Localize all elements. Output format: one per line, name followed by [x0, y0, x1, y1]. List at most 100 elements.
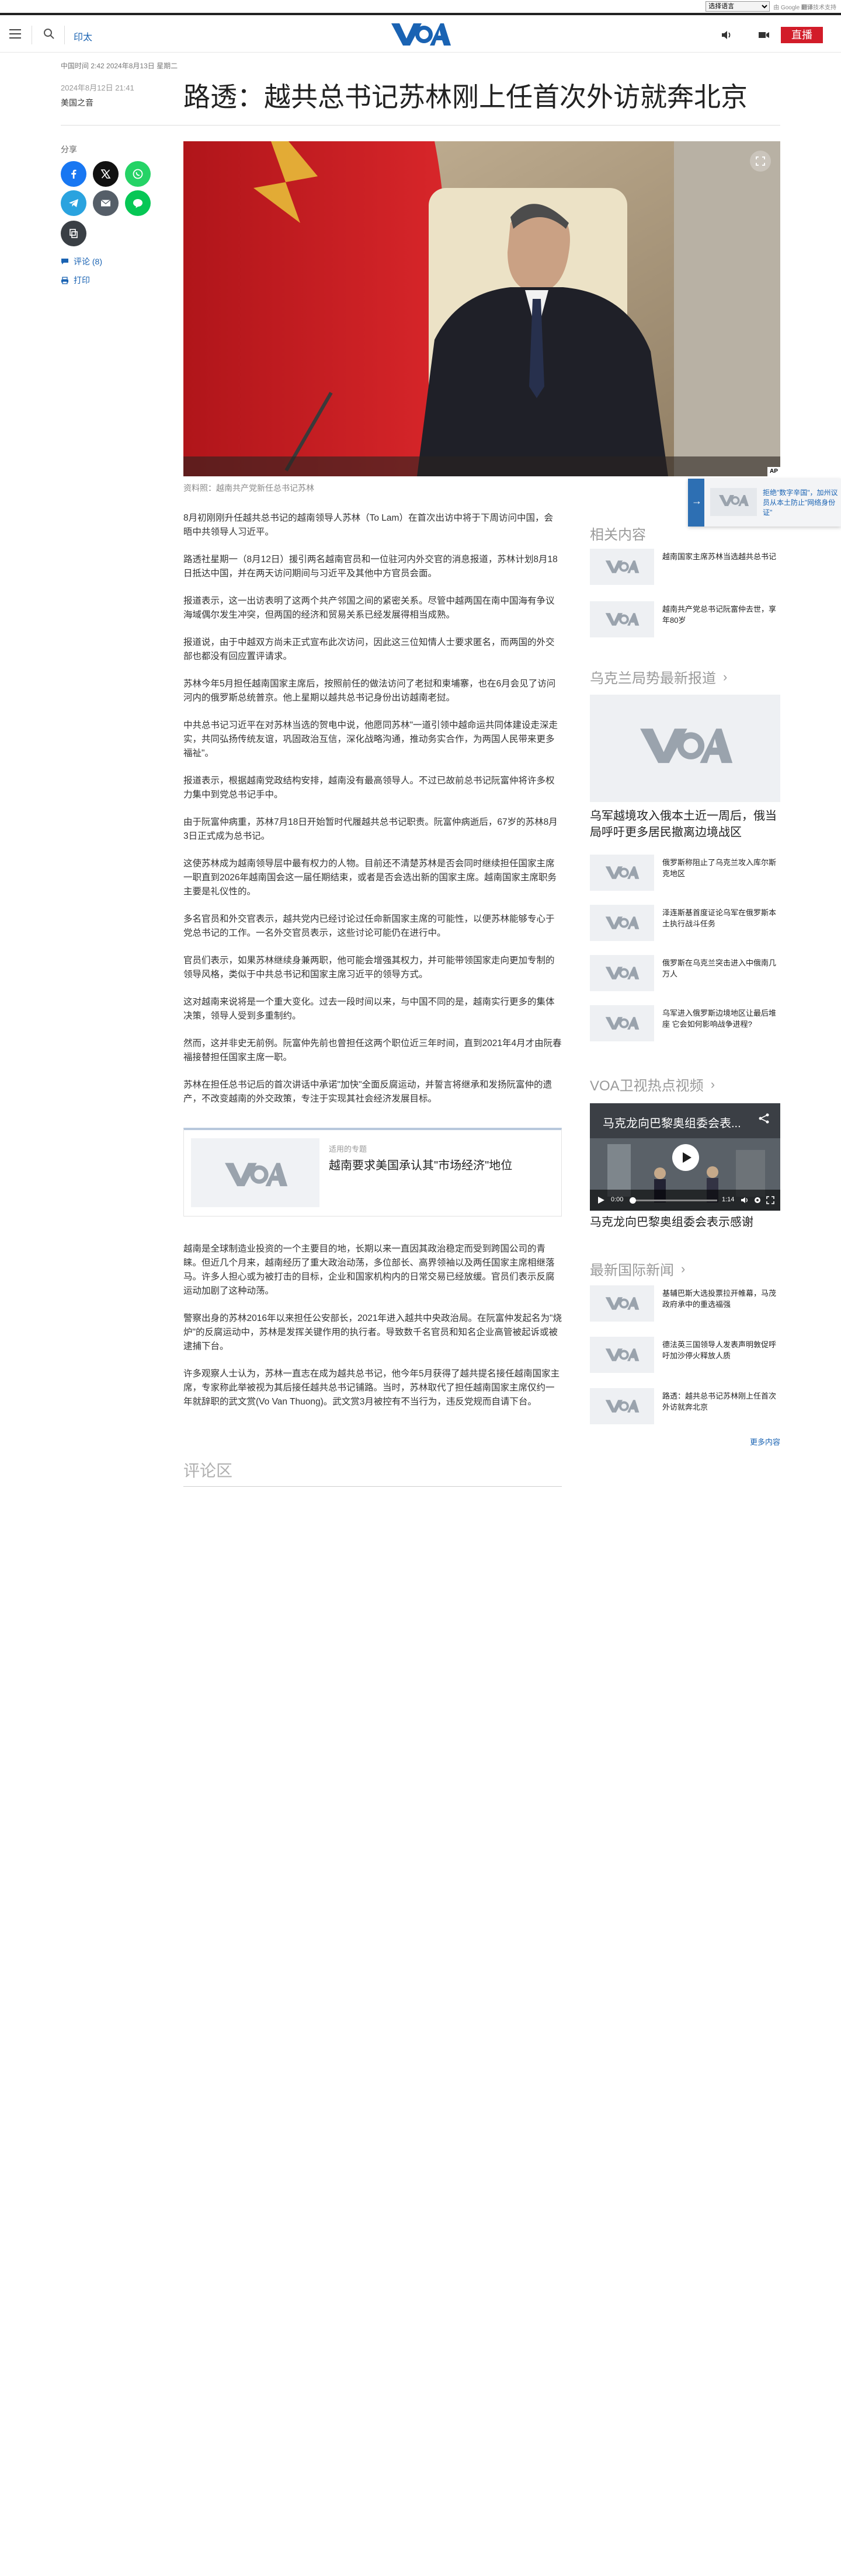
article-body: 8月初刚刚升任越共总书记的越南领导人苏林（To Lam）在首次出访中将于下周访问…: [183, 511, 562, 1120]
video-icon[interactable]: [757, 28, 771, 42]
video-caption[interactable]: 马克龙向巴黎奥组委会表示感谢: [590, 1214, 780, 1231]
paragraph: 警察出身的苏林2016年以来担任公安部长，2021年进入越共中央政治局。在阮富仲…: [183, 1313, 562, 1351]
ukraine-section-heading[interactable]: 乌克兰局势最新报道 ›: [590, 667, 727, 687]
progress-handle[interactable]: [630, 1197, 636, 1204]
voa-logo-icon: [225, 1163, 288, 1187]
paragraph: 路透社星期一（8月12日）援引两名越南官员和一位驻河内外交官的消息报道，苏林计划…: [183, 555, 558, 578]
chevron-right-icon: ›: [723, 669, 728, 684]
floating-story-popup[interactable]: → 拒绝"数字辛国"，加州议员从本土防止"网络身份证": [688, 479, 841, 527]
line-share-button[interactable]: [125, 190, 151, 216]
edition-link[interactable]: 印太: [74, 29, 92, 43]
author[interactable]: 美国之音: [61, 97, 93, 109]
facebook-icon: [71, 169, 77, 179]
search-icon[interactable]: [42, 27, 56, 41]
news-section-heading[interactable]: 最新国际新闻 ›: [590, 1259, 685, 1279]
title-divider: [61, 125, 780, 126]
news-item[interactable]: 路透：越共总书记苏林刚上任首次外访就奔北京: [590, 1388, 780, 1429]
google-translate-widget: 选择语言 由 Google 翻译技术支持: [706, 1, 836, 12]
line-icon: [133, 199, 143, 208]
article-title: 路透：越共总书记苏林刚上任首次外访就奔北京: [183, 82, 748, 112]
related-item[interactable]: 越南国家主席苏林当选越共总书记: [590, 549, 780, 590]
video-title: 马克龙向巴黎奥组委会表...: [603, 1117, 741, 1130]
inline-related-card[interactable]: 适用的专题 越南要求美国承认其"市场经济"地位: [183, 1128, 562, 1216]
paragraph: 苏林今年5月担任越南国家主席后，按照前任的做法访问了老挝和柬埔寨，也在6月会见了…: [183, 679, 556, 703]
popup-thumbnail: [710, 488, 757, 516]
paragraph: 报道说，由于中越双方尚未正式宣布此次访问，因此这三位知情人士要求匿名，而两国的外…: [183, 637, 555, 661]
menu-icon[interactable]: [9, 29, 21, 39]
play-button[interactable]: [672, 1144, 699, 1171]
ukraine-item[interactable]: 乌军进入俄罗斯边境地区让最后堆座 它会如何影响战争进程?: [590, 1005, 780, 1046]
facebook-share-button[interactable]: [61, 161, 86, 187]
more-content-link[interactable]: 更多内容: [750, 1436, 780, 1447]
thumbnail: [590, 549, 654, 585]
whatsapp-icon: [133, 169, 143, 179]
header-divider: [64, 26, 65, 44]
related-label: 适用的专题: [329, 1145, 367, 1153]
paragraph: 8月初刚刚升任越共总书记的越南领导人苏林（To Lam）在首次出访中将于下周访问…: [183, 513, 553, 537]
ukraine-feature-image[interactable]: [590, 695, 780, 802]
copy-icon: [69, 229, 78, 238]
progress-bar[interactable]: [630, 1197, 717, 1204]
hero-photo[interactable]: AP: [183, 141, 780, 476]
play-small-icon[interactable]: [597, 1196, 605, 1204]
comments-link[interactable]: 评论 (8): [61, 256, 102, 267]
paragraph: 越南是全球制造业投资的一个主要目的地，长期以来一直因其政治稳定而受到跨国公司的青…: [183, 1244, 555, 1296]
x-icon: [100, 169, 111, 179]
voa-logo-icon: [605, 613, 640, 626]
voa-logo[interactable]: [390, 21, 451, 48]
thumbnail: [590, 855, 654, 891]
voa-logo-icon: [605, 560, 640, 573]
paragraph: 报道表示，根据越南党政结构安排，越南没有最高领导人。不过已故前总书记阮富仲将许多…: [183, 776, 555, 800]
fullscreen-icon[interactable]: [766, 1196, 774, 1204]
email-share-button[interactable]: [93, 190, 119, 216]
settings-icon[interactable]: [753, 1196, 762, 1204]
video-player[interactable]: 马克龙向巴黎奥组委会表... 0:00 1:14: [590, 1103, 780, 1211]
chevron-right-icon: ›: [681, 1261, 686, 1276]
paragraph: 多名官员和外交官表示，越共党内已经讨论过任命新国家主席的可能性，以便苏林能够专心…: [183, 914, 555, 938]
current-time: 0:00: [611, 1196, 624, 1203]
print-icon: [61, 276, 68, 284]
news-item[interactable]: 基辅巴斯大选投票拉开帷幕，马茂政府承中的重选福强: [590, 1285, 780, 1326]
whatsapp-share-button[interactable]: [125, 161, 151, 187]
ukraine-item[interactable]: 俄罗斯在乌克兰突击进入中俄南几万人: [590, 955, 780, 996]
news-item[interactable]: 德法英三国领导人发表声明敦促呼吁加沙停火释放人质: [590, 1337, 780, 1378]
copy-link-button[interactable]: [61, 221, 86, 246]
thumbnail: [590, 601, 654, 637]
voa-logo-icon: [605, 1348, 640, 1361]
voa-logo-icon: [605, 967, 640, 979]
volume-icon[interactable]: [741, 1196, 749, 1204]
photo-caption: 资料照：越南共产党新任总书记苏林: [183, 483, 314, 493]
audio-icon[interactable]: [720, 28, 734, 42]
print-link[interactable]: 打印: [61, 274, 90, 286]
paragraph: 然而，这并非史无前例。阮富仲先前也曾担任这两个职位近三年时间，直到2021年4月…: [183, 1038, 562, 1062]
comments-section: 评论区: [183, 1458, 562, 1487]
language-select[interactable]: 选择语言: [706, 1, 770, 12]
video-controls: 0:00 1:14: [590, 1190, 780, 1211]
telegram-share-button[interactable]: [61, 190, 86, 216]
thumbnail: [590, 1005, 654, 1041]
voa-logo-icon: [640, 728, 733, 764]
paragraph: 官员们表示，如果苏林继续身兼两职，他可能会增强其权力，并可能带领国家走向更加专制…: [183, 956, 555, 979]
thumbnail: [590, 955, 654, 991]
share-icon[interactable]: [757, 1111, 771, 1125]
video-section-heading[interactable]: VOA卫视热点视频 ›: [590, 1074, 715, 1094]
thumbnail: [590, 1337, 654, 1373]
enlarge-icon[interactable]: [750, 151, 771, 172]
x-share-button[interactable]: [93, 161, 119, 187]
ukraine-item[interactable]: 泽连斯基首度证论乌军在俄罗斯本土执行战斗任务: [590, 905, 780, 946]
live-button[interactable]: 直播: [781, 27, 823, 43]
voa-logo-icon: [605, 1400, 640, 1413]
paragraph: 由于阮富仲病重，苏林7月18日开始暂时代履越共总书记职责。阮富仲病逝后，67岁的…: [183, 817, 558, 841]
ukraine-item[interactable]: 俄罗斯称阻止了乌克兰攻入库尔斯克地区: [590, 855, 780, 895]
ukraine-feature-title[interactable]: 乌军越境攻入俄本土近一周后，俄当局呼吁更多居民撤离边境战区: [590, 808, 780, 841]
translate-bar: 选择语言 由 Google 翻译技术支持: [0, 0, 841, 15]
photo-illustration: [183, 141, 780, 476]
local-time: 中国时间 2:42 2024年8月13日 星期二: [61, 62, 178, 70]
related-item[interactable]: 越南共产党总书记阮富仲去世，享年80岁: [590, 601, 780, 642]
arrow-right-icon: →: [691, 495, 702, 507]
site-header: 印太 直播: [0, 18, 841, 53]
telegram-icon: [69, 199, 78, 207]
related-content-heading: 相关内容: [590, 527, 646, 543]
voa-logo-icon: [605, 1297, 640, 1310]
related-title[interactable]: 越南要求美国承认其"市场经济"地位: [329, 1156, 512, 1173]
